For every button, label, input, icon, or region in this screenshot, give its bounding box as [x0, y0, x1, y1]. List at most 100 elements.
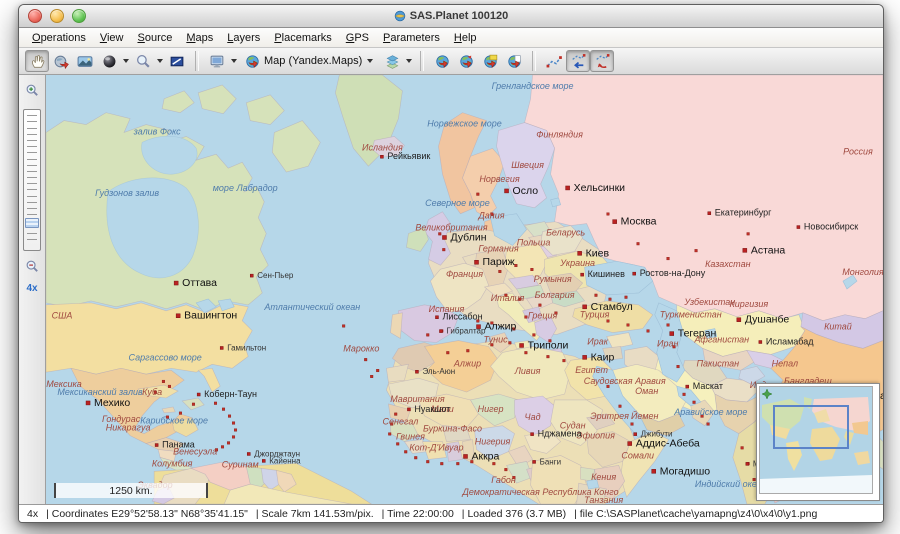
minimap[interactable]	[756, 383, 880, 501]
download-update-button[interactable]	[454, 50, 478, 72]
zoom-tick	[27, 177, 37, 179]
menu-placemarks[interactable]: Placemarks	[267, 30, 338, 46]
fullscreen-button[interactable]	[73, 50, 97, 72]
zoom-sphere-button[interactable]	[97, 50, 121, 72]
city-marker	[745, 462, 750, 466]
zoom-level-label: 4x	[26, 283, 38, 294]
goto-button[interactable]	[49, 50, 73, 72]
status-bar: 4x | Coordinates E29°52'58.13" N68°35'41…	[19, 504, 883, 522]
town-marker	[606, 212, 610, 216]
map-label-country: Ливия	[514, 366, 541, 376]
route-points-button[interactable]	[542, 50, 566, 72]
zoom-slider[interactable]	[23, 109, 41, 251]
town-marker	[426, 333, 430, 337]
menu-parameters[interactable]: Parameters	[376, 30, 447, 46]
zoom-in-button[interactable]	[23, 81, 42, 103]
zoom-out-button[interactable]	[23, 257, 42, 279]
map-label-country: Эфиопия	[576, 431, 615, 441]
zoom-tick	[27, 214, 37, 216]
map-label-country: Кения	[591, 472, 616, 482]
zoom-sphere-icon	[103, 55, 115, 67]
zoom-tick	[27, 189, 37, 191]
toolbar: Map (Yandex.Maps)	[19, 48, 883, 75]
close-button[interactable]	[28, 9, 42, 23]
zoom-window-button[interactable]	[72, 9, 86, 23]
map-label-country: Польша	[517, 237, 551, 247]
selection-delete-button[interactable]	[590, 50, 615, 72]
scale-bar: 1250 km.	[54, 483, 208, 498]
zoom-slider-handle[interactable]	[25, 218, 39, 228]
layers-button[interactable]	[380, 50, 404, 72]
town-marker	[446, 351, 450, 355]
map-label-country: Нигерия	[475, 437, 511, 447]
town-marker	[504, 468, 508, 472]
city-marker	[707, 211, 712, 215]
select-region-button[interactable]	[165, 50, 189, 72]
menu-view[interactable]: View	[93, 30, 131, 46]
town-marker	[606, 319, 610, 323]
town-marker	[524, 351, 528, 355]
town-marker	[178, 411, 182, 415]
selection-previous-button[interactable]	[566, 50, 591, 72]
town-marker	[646, 329, 650, 333]
town-marker	[227, 441, 231, 445]
download-cache-button[interactable]	[502, 50, 526, 72]
download-cache-icon	[506, 53, 523, 70]
minimap-settings-icon[interactable]	[762, 389, 772, 399]
map-label-city: Екатеринбург	[715, 208, 772, 218]
map-label-sea: Атлантический океан	[263, 302, 360, 312]
map-label-country: Великобритания	[415, 223, 488, 233]
download-map-button[interactable]	[478, 50, 502, 72]
download-update-icon	[458, 53, 475, 70]
town-marker	[498, 269, 502, 273]
minimap-viewport[interactable]	[773, 405, 849, 449]
city-marker	[669, 331, 675, 336]
menu-gps[interactable]: GPS	[339, 30, 376, 46]
layers-dropdown[interactable]	[406, 59, 413, 63]
map-label-country: Буркина-Фасо	[423, 424, 482, 434]
town-marker	[221, 445, 225, 449]
search-button[interactable]	[131, 50, 155, 72]
zoom-dropdown[interactable]	[123, 59, 129, 63]
town-marker	[232, 435, 236, 439]
town-marker	[404, 450, 408, 454]
data-source-button[interactable]	[205, 50, 229, 72]
map-label-capital: Триполи	[528, 340, 569, 351]
menu-operations[interactable]: Operations	[25, 30, 93, 46]
selection-delete-icon	[596, 53, 610, 68]
zoom-out-icon	[26, 260, 38, 272]
hand-icon	[31, 54, 44, 68]
pan-button[interactable]	[25, 50, 49, 72]
map-type-button[interactable]: Map (Yandex.Maps)	[239, 50, 380, 72]
map-type-dropdown[interactable]	[367, 59, 374, 63]
map-label-city: Исламабад	[766, 337, 814, 347]
zoom-tick	[27, 139, 37, 141]
city-marker	[196, 392, 201, 397]
map-label-country: Никарагуа	[106, 423, 151, 433]
city-marker	[685, 384, 690, 389]
minimap-world[interactable]	[759, 386, 873, 494]
zoom-tick	[27, 158, 37, 160]
map-label-country: Болгария	[535, 290, 575, 300]
map-label-country: Сомали	[621, 450, 654, 460]
town-marker	[666, 323, 670, 327]
town-marker	[438, 232, 442, 236]
download-selection-button[interactable]	[430, 50, 454, 72]
map-label-country: Румыния	[534, 274, 572, 284]
town-marker	[342, 324, 346, 328]
map-area[interactable]: Гренландское море Норвежское море залив Фо…	[46, 75, 883, 504]
zoom-tick	[27, 201, 37, 203]
data-source-icon	[210, 55, 223, 67]
map-label-country: Кот-Д'Ивуар	[409, 443, 463, 453]
map-label-capital: Аддис-Абеба	[636, 438, 700, 450]
map-label-country: Ирак	[587, 337, 608, 347]
search-dropdown[interactable]	[157, 59, 163, 63]
menu-help[interactable]: Help	[447, 30, 484, 46]
map-label-capital: Хельсинки	[574, 183, 626, 194]
source-dropdown[interactable]	[231, 59, 237, 63]
minimize-button[interactable]	[50, 9, 64, 23]
menu-source[interactable]: Source	[130, 30, 179, 46]
menu-maps[interactable]: Maps	[179, 30, 220, 46]
menu-layers[interactable]: Layers	[220, 30, 267, 46]
title-bar[interactable]: SAS.Planet 100120	[19, 5, 883, 28]
